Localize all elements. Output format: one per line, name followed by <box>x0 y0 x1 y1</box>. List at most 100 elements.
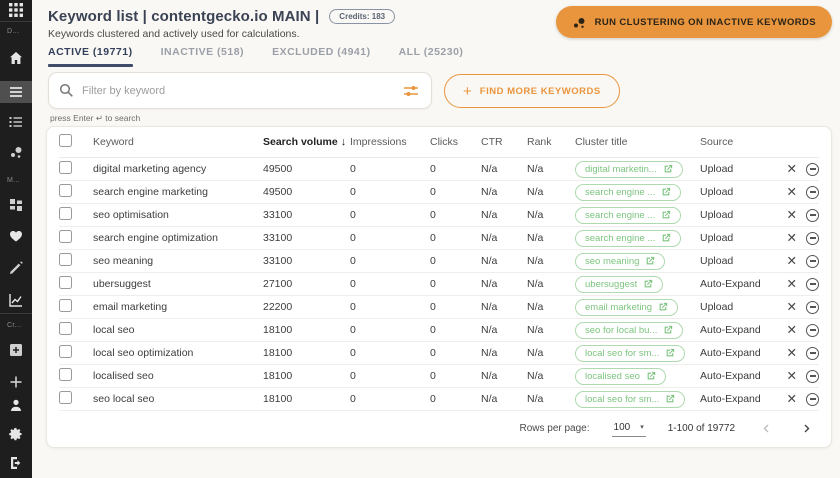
ctr-cell: N/a <box>481 370 498 382</box>
sidebar-item-add[interactable] <box>0 371 32 393</box>
sidebar-item-analytics[interactable] <box>0 289 32 311</box>
deactivate-keyword-icon[interactable] <box>806 277 819 291</box>
deactivate-keyword-icon[interactable] <box>806 254 819 268</box>
clicks-cell: 0 <box>430 324 436 336</box>
deactivate-keyword-icon[interactable] <box>806 231 819 245</box>
deactivate-keyword-icon[interactable] <box>806 162 819 176</box>
previous-page-button[interactable] <box>757 420 775 438</box>
clicks-cell: 0 <box>430 278 436 290</box>
keyword-filter-box <box>48 72 432 109</box>
table-row: seo meaning 33100 0 0 N/a N/a seo meanin… <box>59 250 819 273</box>
sidebar-item-keyword-list[interactable] <box>0 80 32 103</box>
row-checkbox[interactable] <box>59 207 72 220</box>
column-header-source[interactable]: Source <box>700 136 779 148</box>
tab-inactive[interactable]: INACTIVE (518) <box>161 46 244 67</box>
sidebar-item-editor[interactable] <box>0 257 32 279</box>
cluster-title-link[interactable]: search engine ... <box>575 229 682 247</box>
deactivate-keyword-icon[interactable] <box>806 208 819 222</box>
tab-excluded[interactable]: EXCLUDED (4941) <box>272 46 371 67</box>
sidebar-item-dashboard[interactable] <box>0 194 32 216</box>
cluster-title-link[interactable]: ubersuggest <box>575 275 664 293</box>
row-checkbox[interactable] <box>59 345 72 358</box>
row-checkbox[interactable] <box>59 184 72 197</box>
search-volume-cell: 33100 <box>263 255 293 267</box>
sidebar-item-ordered-list[interactable] <box>0 111 32 133</box>
deactivate-keyword-icon[interactable] <box>806 185 819 199</box>
cluster-title-link[interactable]: search engine ... <box>575 183 682 201</box>
row-checkbox[interactable] <box>59 253 72 266</box>
row-checkbox[interactable] <box>59 391 72 404</box>
cluster-title-link[interactable]: localised seo <box>575 367 666 385</box>
column-header-ctr[interactable]: CTR <box>481 136 527 148</box>
deactivate-keyword-icon[interactable] <box>806 300 819 314</box>
chevron-down-icon: ▾ <box>640 424 644 431</box>
row-checkbox[interactable] <box>59 322 72 335</box>
row-checkbox[interactable] <box>59 276 72 289</box>
sidebar-item-favorites[interactable] <box>0 225 32 247</box>
exclude-keyword-icon[interactable]: ✕ <box>787 232 797 245</box>
cluster-title-link[interactable]: seo for local bu... <box>575 321 684 339</box>
tab-all[interactable]: ALL (25230) <box>399 46 464 67</box>
column-header-impressions[interactable]: Impressions <box>350 136 430 148</box>
cluster-title-link[interactable]: seo meaning <box>575 252 666 270</box>
exclude-keyword-icon[interactable]: ✕ <box>787 393 797 406</box>
external-link-icon <box>667 348 675 357</box>
source-cell: Upload <box>700 186 734 198</box>
cluster-title-link[interactable]: local seo for sm... <box>575 390 686 408</box>
row-checkbox[interactable] <box>59 368 72 381</box>
exclude-keyword-icon[interactable]: ✕ <box>787 347 797 360</box>
rows-per-page-select[interactable]: 100 ▾ <box>611 421 646 437</box>
sidebar-item-home[interactable] <box>0 47 32 69</box>
exclude-keyword-icon[interactable]: ✕ <box>787 278 797 291</box>
exclude-keyword-icon[interactable]: ✕ <box>787 301 797 314</box>
clicks-cell: 0 <box>430 232 436 244</box>
sidebar-item-logout[interactable] <box>0 451 32 474</box>
sidebar-item-add-box[interactable] <box>0 339 32 361</box>
sidebar-item-clustering[interactable] <box>0 141 32 163</box>
keyword-filter-input[interactable] <box>74 84 401 97</box>
row-checkbox[interactable] <box>59 299 72 312</box>
table-row: digital marketing agency 49500 0 0 N/a N… <box>59 158 819 181</box>
sidebar-item-account[interactable] <box>0 393 32 416</box>
exclude-keyword-icon[interactable]: ✕ <box>787 255 797 268</box>
table-row: search engine optimization 33100 0 0 N/a… <box>59 227 819 250</box>
filter-sliders-icon[interactable] <box>401 81 421 101</box>
impressions-cell: 0 <box>350 393 356 405</box>
source-cell: Auto-Expand <box>700 324 761 336</box>
table-row: seo optimisation 33100 0 0 N/a N/a searc… <box>59 204 819 227</box>
column-header-clicks[interactable]: Clicks <box>430 136 481 148</box>
cluster-title-link[interactable]: local seo for sm... <box>575 344 686 362</box>
next-page-button[interactable] <box>797 420 815 438</box>
keyword-cell: ubersuggest <box>93 278 151 290</box>
ctr-cell: N/a <box>481 301 498 313</box>
row-checkbox[interactable] <box>59 161 72 174</box>
search-volume-cell: 33100 <box>263 209 293 221</box>
select-all-checkbox[interactable] <box>59 134 72 147</box>
column-header-search-volume[interactable]: Search volume ↓ <box>263 136 350 148</box>
column-header-rank[interactable]: Rank <box>527 136 575 148</box>
add-box-icon <box>9 343 23 357</box>
tab-active[interactable]: ACTIVE (19771) <box>48 46 133 67</box>
exclude-keyword-icon[interactable]: ✕ <box>787 324 797 337</box>
deactivate-keyword-icon[interactable] <box>806 346 819 360</box>
exclude-keyword-icon[interactable]: ✕ <box>787 209 797 222</box>
ctr-cell: N/a <box>481 393 498 405</box>
deactivate-keyword-icon[interactable] <box>806 369 819 383</box>
sidebar-item-apps[interactable] <box>0 0 32 22</box>
find-more-keywords-button[interactable]: + FIND MORE KEYWORDS <box>444 74 620 108</box>
search-volume-cell: 18100 <box>263 347 293 359</box>
column-header-keyword[interactable]: Keyword <box>93 136 263 148</box>
deactivate-keyword-icon[interactable] <box>806 323 819 337</box>
deactivate-keyword-icon[interactable] <box>806 392 819 406</box>
cluster-title-link[interactable]: digital marketin... <box>575 160 683 178</box>
sidebar-item-settings[interactable] <box>0 422 32 445</box>
cluster-title-link[interactable]: email marketing <box>575 298 679 316</box>
cluster-title-link[interactable]: search engine ... <box>575 206 682 224</box>
exclude-keyword-icon[interactable]: ✕ <box>787 370 797 383</box>
exclude-keyword-icon[interactable]: ✕ <box>787 163 797 176</box>
column-header-cluster-title[interactable]: Cluster title <box>575 136 700 148</box>
exclude-keyword-icon[interactable]: ✕ <box>787 186 797 199</box>
row-checkbox[interactable] <box>59 230 72 243</box>
search-hint: press Enter ↵ to search <box>50 113 141 123</box>
run-clustering-button[interactable]: RUN CLUSTERING ON INACTIVE KEYWORDS <box>555 6 832 38</box>
